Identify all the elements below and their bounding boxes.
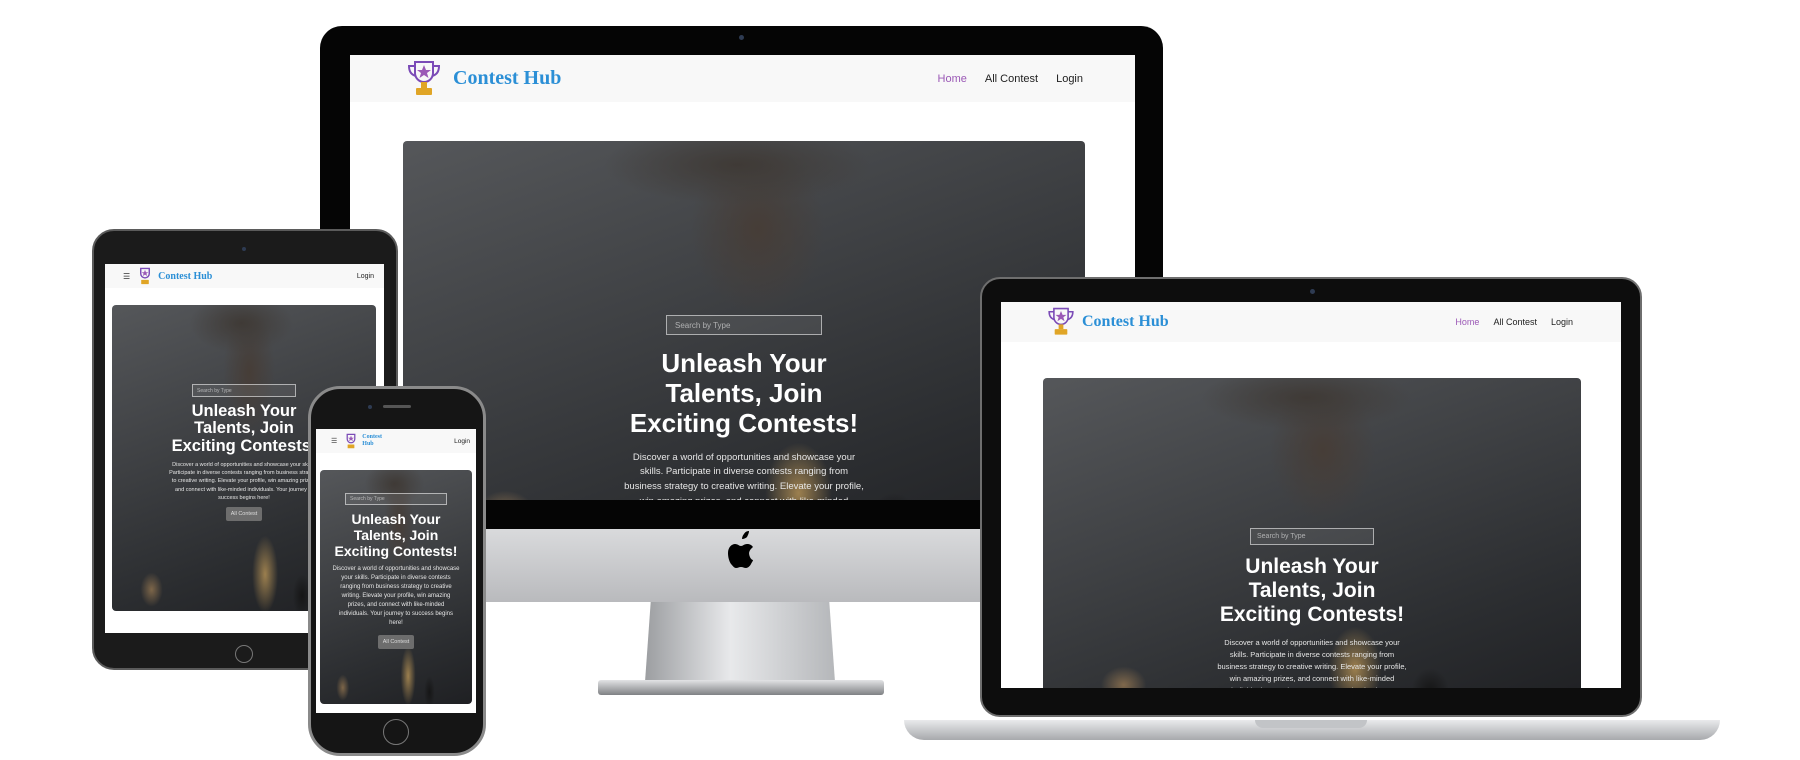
- nav-login-link[interactable]: Login: [454, 438, 470, 445]
- trophy-icon: [407, 60, 441, 95]
- nav-home-link[interactable]: Home: [1455, 317, 1479, 327]
- nav-all-contest-link[interactable]: All Contest: [985, 73, 1038, 85]
- laptop-camera: [1310, 289, 1315, 294]
- tablet-home-button: [235, 645, 253, 663]
- hero-description: Discover a world of opportunities and sh…: [332, 566, 460, 627]
- nav-home-link[interactable]: Home: [938, 73, 967, 85]
- trophy-icon: [1048, 307, 1074, 335]
- apple-logo-icon: [728, 531, 753, 568]
- search-input[interactable]: Search by Type: [1250, 528, 1374, 545]
- tablet-camera: [242, 247, 246, 251]
- desktop-stand: [645, 602, 835, 682]
- nav-all-contest-link[interactable]: All Contest: [1493, 317, 1537, 327]
- tablet-navbar: ☰ Contest Hub Login: [105, 264, 384, 288]
- search-input[interactable]: Search by Type: [192, 384, 296, 397]
- hero-title: Unleash Your Talents, Join Exciting Cont…: [171, 402, 317, 455]
- phone-navbar: ☰ Contest Hub Login: [316, 429, 476, 453]
- search-input[interactable]: Search by Type: [666, 315, 822, 335]
- laptop-navbar: Contest Hub Home All Contest Login: [1001, 302, 1621, 342]
- search-input[interactable]: Search by Type: [345, 493, 447, 505]
- nav-login-link[interactable]: Login: [357, 273, 374, 280]
- all-contest-button[interactable]: All Contest: [377, 635, 415, 650]
- trophy-icon: [346, 433, 356, 448]
- phone-home-button: [383, 719, 409, 745]
- desktop-navbar: Contest Hub Home All Contest Login: [350, 55, 1135, 102]
- phone-hero-banner: Search by Type Unleash Your Talents, Joi…: [320, 470, 472, 704]
- laptop-site: Contest Hub Home All Contest Login Searc…: [1001, 302, 1621, 688]
- hero-title: Unleash Your Talents, Join Exciting Cont…: [629, 348, 859, 438]
- phone-camera: [368, 405, 372, 409]
- brand-name[interactable]: Contest Hub: [1082, 313, 1169, 331]
- hero-description: Discover a world of opportunities and sh…: [1217, 638, 1407, 688]
- laptop-hero-banner: Search by Type Unleash Your Talents, Joi…: [1043, 378, 1581, 688]
- desktop-camera: [739, 35, 744, 40]
- nav-login-link[interactable]: Login: [1551, 317, 1573, 327]
- phone-site: ☰ Contest Hub Login Search by Type Unlea…: [316, 429, 476, 713]
- trophy-icon: [140, 267, 151, 284]
- brand-name[interactable]: Contest Hub: [158, 271, 212, 282]
- phone-screen: ☰ Contest Hub Login Search by Type Unlea…: [316, 429, 476, 713]
- laptop-screen: Contest Hub Home All Contest Login Searc…: [1001, 302, 1621, 688]
- desktop-stand-base: [598, 680, 884, 695]
- brand-name[interactable]: Contest Hub: [453, 67, 561, 90]
- hero-description: Discover a world of opportunities and sh…: [624, 451, 864, 500]
- nav-login-link[interactable]: Login: [1056, 73, 1083, 85]
- hero-title: Unleash Your Talents, Join Exciting Cont…: [334, 511, 458, 560]
- hero-description: Discover a world of opportunities and sh…: [169, 461, 319, 501]
- hamburger-icon[interactable]: ☰: [331, 437, 337, 445]
- phone-speaker: [383, 405, 411, 408]
- hamburger-icon[interactable]: ☰: [123, 272, 130, 281]
- hero-title: Unleash Your Talents, Join Exciting Cont…: [1219, 555, 1405, 627]
- all-contest-button[interactable]: All Contest: [225, 507, 263, 522]
- brand-name[interactable]: Contest Hub: [362, 434, 388, 448]
- laptop-hinge-notch: [1255, 720, 1367, 728]
